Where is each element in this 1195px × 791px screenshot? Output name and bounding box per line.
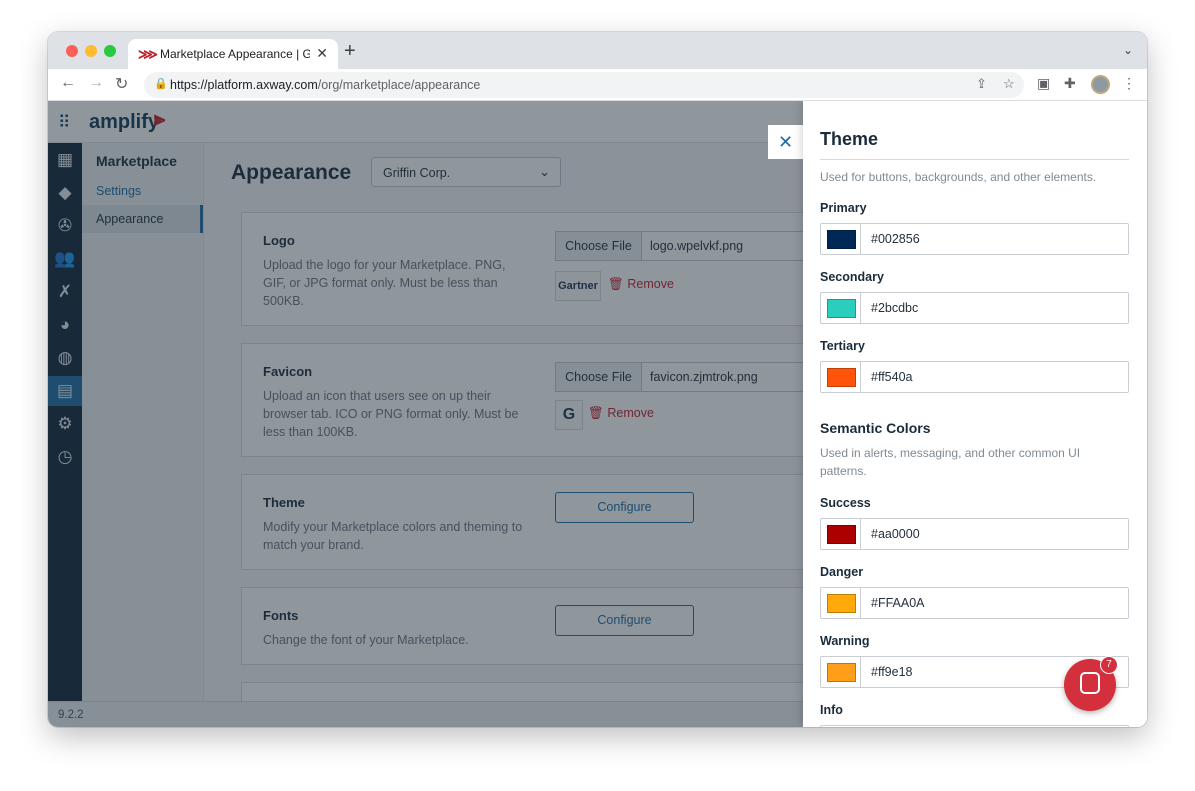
drawer-title: Theme: [820, 129, 879, 149]
new-tab-icon[interactable]: +: [344, 40, 356, 63]
minimize-window-button[interactable]: [85, 45, 97, 57]
puzzle-extensions-icon[interactable]: ✚: [1064, 75, 1076, 92]
secondary-swatch-picker[interactable]: [821, 293, 861, 323]
drawer-divider: [820, 159, 1129, 160]
browser-tab[interactable]: ⋙ Marketplace Appearance | Griffin ✕: [128, 39, 338, 69]
tertiary-label: Tertiary: [820, 339, 865, 353]
browser-toolbar: ← → ↻ 🔒 https://platform.axway.com/org/m…: [48, 69, 1147, 101]
secondary-color-field[interactable]: #2bcdbc: [820, 292, 1129, 324]
tab-title: Marketplace Appearance | Griffin: [160, 47, 310, 61]
warning-swatch: [827, 663, 856, 682]
tertiary-swatch: [827, 368, 856, 387]
theme-description: Used for buttons, backgrounds, and other…: [820, 170, 1097, 184]
close-window-button[interactable]: [66, 45, 78, 57]
tab-search-chevron-icon[interactable]: ⌄: [1123, 43, 1133, 57]
warning-hex[interactable]: #ff9e18: [871, 665, 912, 679]
danger-swatch: [827, 594, 856, 613]
primary-label: Primary: [820, 201, 867, 215]
warning-label: Warning: [820, 634, 870, 648]
extension-icon[interactable]: ▣: [1037, 75, 1050, 92]
tertiary-swatch-picker[interactable]: [821, 362, 861, 392]
address-bar[interactable]: 🔒 https://platform.axway.com/org/marketp…: [144, 72, 1024, 98]
primary-color-field[interactable]: #002856: [820, 223, 1129, 255]
warning-swatch-picker[interactable]: [821, 657, 861, 687]
tab-strip: ⋙ Marketplace Appearance | Griffin ✕ + ⌄: [48, 32, 1147, 69]
axway-favicon-icon: ⋙: [138, 46, 158, 62]
success-color-field[interactable]: #aa0000: [820, 518, 1129, 550]
success-label: Success: [820, 496, 871, 510]
success-hex[interactable]: #aa0000: [871, 527, 920, 541]
back-arrow-icon[interactable]: ←: [60, 74, 76, 92]
primary-swatch: [827, 230, 856, 249]
primary-swatch-picker[interactable]: [821, 224, 861, 254]
chat-icon: [1080, 672, 1100, 694]
profile-avatar[interactable]: [1091, 75, 1110, 94]
chat-badge: 7: [1100, 656, 1118, 674]
close-tab-icon[interactable]: ✕: [316, 45, 328, 62]
info-color-field[interactable]: [820, 725, 1129, 727]
theme-drawer: Theme Used for buttons, backgrounds, and…: [803, 101, 1147, 727]
modal-overlay[interactable]: [48, 101, 803, 727]
maximize-window-button[interactable]: [104, 45, 116, 57]
reload-icon[interactable]: ↻: [115, 74, 128, 94]
success-swatch-picker[interactable]: [821, 519, 861, 549]
chat-launcher-button[interactable]: 7: [1064, 656, 1118, 711]
lock-icon: 🔒: [154, 78, 168, 90]
app-area: ⠿ amplify ⫸ ▦ ◆ ✇ 👥 ✗ ◕ ◍ ▤ ⚙ ◷ Marketpl…: [48, 101, 1147, 727]
share-icon[interactable]: ⇪: [976, 76, 987, 92]
danger-color-field[interactable]: #FFAA0A: [820, 587, 1129, 619]
danger-swatch-picker[interactable]: [821, 588, 861, 618]
browser-window: ⋙ Marketplace Appearance | Griffin ✕ + ⌄…: [48, 32, 1147, 727]
danger-label: Danger: [820, 565, 864, 579]
danger-hex[interactable]: #FFAA0A: [871, 596, 925, 610]
semantic-colors-title: Semantic Colors: [820, 420, 931, 436]
info-label: Info: [820, 703, 843, 717]
close-drawer-button[interactable]: ✕: [768, 125, 803, 159]
secondary-label: Secondary: [820, 270, 884, 284]
tertiary-color-field[interactable]: #ff540a: [820, 361, 1129, 393]
secondary-swatch: [827, 299, 856, 318]
url-text: https://platform.axway.com/org/marketpla…: [170, 78, 481, 92]
forward-arrow-icon[interactable]: →: [88, 74, 104, 92]
more-menu-icon[interactable]: ⋮: [1122, 75, 1136, 92]
secondary-hex[interactable]: #2bcdbc: [871, 301, 918, 315]
primary-hex[interactable]: #002856: [871, 232, 920, 246]
success-swatch: [827, 525, 856, 544]
semantic-description: Used in alerts, messaging, and other com…: [820, 446, 1081, 478]
bookmark-star-icon[interactable]: ☆: [1003, 76, 1015, 92]
tertiary-hex[interactable]: #ff540a: [871, 370, 912, 384]
close-icon: ✕: [777, 132, 794, 152]
